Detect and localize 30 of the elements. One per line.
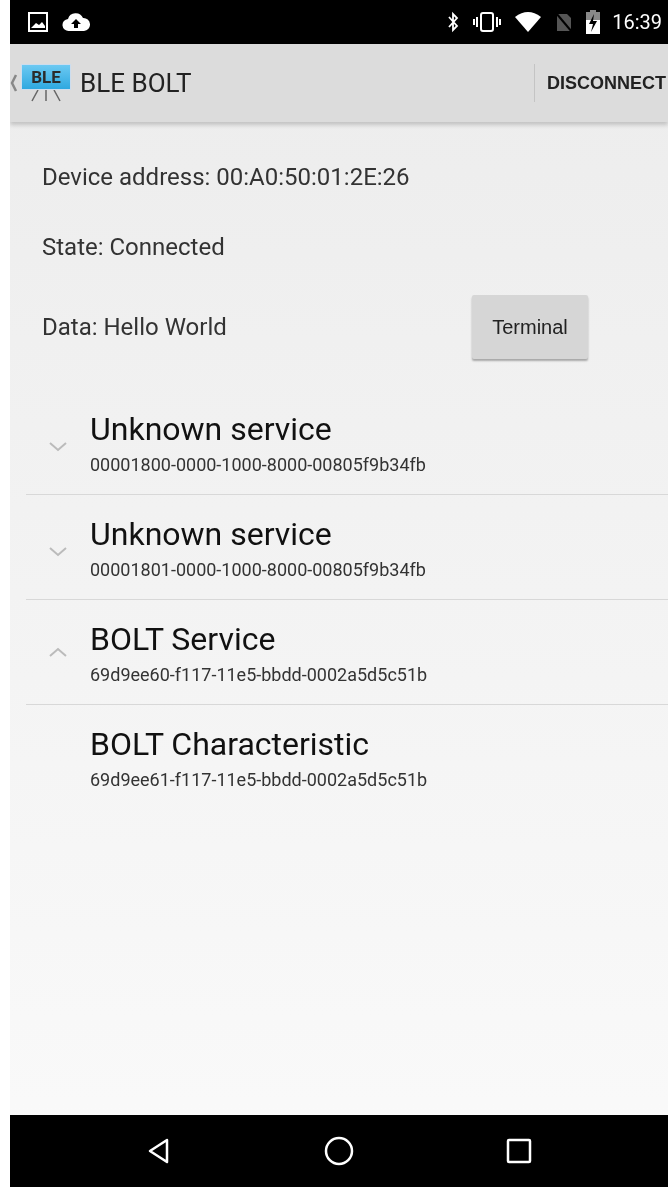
service-row[interactable]: Unknown service 00001801-0000-1000-8000-00805f9b34fb <box>26 495 668 600</box>
image-icon <box>28 12 48 32</box>
info-text: Data: Hello World <box>42 313 227 341</box>
cloud-upload-icon <box>62 12 90 32</box>
vibrate-icon <box>472 11 503 33</box>
service-row[interactable]: BOLT Characteristic 69d9ee61-f117-11e5-bbdd-0002a5d5c51b <box>26 705 668 809</box>
service-name: BOLT Service <box>90 619 277 658</box>
service-row[interactable]: BOLT Service 69d9ee60-f117-11e5-bbdd-0002a5d5c51b <box>26 600 668 705</box>
info-text: Device address: 00:A0:50:01:2E:26 <box>42 163 410 191</box>
terminal-button[interactable]: Terminal <box>472 295 588 359</box>
recents-icon[interactable] <box>504 1137 533 1165</box>
characteristic-name: BOLT Characteristic <box>90 724 371 763</box>
up-button[interactable]: BLE BLE BOLT <box>10 64 534 102</box>
wifi-icon <box>514 11 543 33</box>
bluetooth-icon <box>446 11 461 33</box>
uuid-text: 69d9ee61-f117-11e5-bbdd-0002a5d5c51b <box>90 768 428 790</box>
app-logo: BLE <box>22 64 70 102</box>
disconnect-button[interactable]: DISCONNECT <box>535 72 668 94</box>
service-row[interactable]: Unknown service 00001800-0000-1000-8000-00805f9b34fb <box>26 390 668 495</box>
back-caret-icon <box>10 73 18 93</box>
app-title: BLE BOLT <box>80 68 192 98</box>
battery-charging-icon <box>586 10 601 34</box>
service-name: Unknown service <box>90 514 333 553</box>
home-icon[interactable] <box>324 1136 354 1166</box>
info-text: State: Connected <box>42 233 225 261</box>
uuid-text: 69d9ee60-f117-11e5-bbdd-0002a5d5c51b <box>90 663 428 685</box>
uuid-text: 00001801-0000-1000-8000-00805f9b34fb <box>90 558 426 580</box>
clock-time: 16:39 <box>612 10 662 34</box>
service-name: Unknown service <box>90 409 333 448</box>
uuid-text: 00001800-0000-1000-8000-00805f9b34fb <box>90 453 426 475</box>
